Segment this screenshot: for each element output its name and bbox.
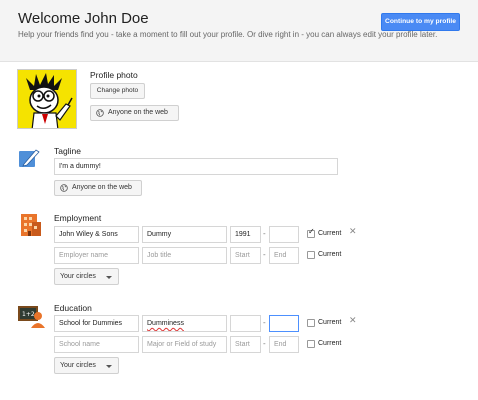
circles-label: Your circles	[60, 362, 96, 369]
current-label: Current	[318, 340, 342, 347]
svg-text:1+2: 1+2	[22, 311, 35, 318]
school-name-placeholder-input[interactable]: School name	[54, 336, 139, 353]
tagline-input[interactable]: I'm a dummy!	[54, 158, 338, 175]
continue-to-profile-button[interactable]: Continue to my profile	[381, 13, 460, 31]
employer-name-placeholder-input[interactable]: Employer name	[54, 247, 139, 264]
education-circles-dropdown[interactable]: Your circles	[54, 357, 119, 374]
office-building-icon	[19, 212, 43, 238]
employment-circles-dropdown[interactable]: Your circles	[54, 268, 119, 285]
education-label: Education	[54, 303, 92, 313]
remove-employment-icon[interactable]: ✕	[349, 227, 357, 237]
tagline-visibility-button[interactable]: Anyone on the web	[54, 180, 142, 196]
job-title-input[interactable]: Dummy	[142, 226, 227, 243]
job-title-placeholder-input[interactable]: Job title	[142, 247, 227, 264]
field-of-study-input[interactable]: Dumminess	[142, 315, 227, 332]
welcome-header: Welcome John Doe Help your friends find …	[0, 0, 478, 62]
education-current-checkbox[interactable]	[307, 340, 315, 348]
tagline-visibility-label: Anyone on the web	[72, 184, 132, 191]
education-end-placeholder-input[interactable]: End	[269, 336, 299, 353]
education-start-input[interactable]	[230, 315, 261, 332]
change-photo-button[interactable]: Change photo	[90, 83, 145, 99]
employment-end-input[interactable]	[269, 226, 299, 243]
date-separator: -	[263, 250, 266, 259]
current-label: Current	[318, 319, 342, 326]
dummies-character-avatar[interactable]	[17, 69, 77, 129]
globe-icon	[96, 109, 104, 117]
avatar-illustration	[18, 70, 76, 128]
current-label: Current	[318, 230, 342, 237]
chevron-down-icon	[106, 276, 112, 279]
employment-start-input[interactable]: 1991	[230, 226, 261, 243]
remove-education-icon[interactable]: ✕	[349, 316, 357, 326]
employer-name-input[interactable]: John Wiley & Sons	[54, 226, 139, 243]
globe-icon	[60, 184, 68, 192]
circles-label: Your circles	[60, 273, 96, 280]
date-separator: -	[263, 339, 266, 348]
school-name-input[interactable]: School for Dummies	[54, 315, 139, 332]
employment-label: Employment	[54, 213, 102, 223]
education-end-input[interactable]	[269, 315, 299, 332]
employment-end-placeholder-input[interactable]: End	[269, 247, 299, 264]
photo-visibility-button[interactable]: Anyone on the web	[90, 105, 179, 121]
page-title: Welcome John Doe	[18, 10, 149, 27]
school-blackboard-icon: 1+2	[17, 304, 45, 328]
chevron-down-icon	[106, 365, 112, 368]
employment-current-checkbox[interactable]	[307, 227, 315, 238]
pen-icon	[19, 148, 43, 168]
date-separator: -	[263, 318, 266, 327]
current-label: Current	[318, 251, 342, 258]
employment-current-checkbox[interactable]	[307, 251, 315, 259]
photo-visibility-label: Anyone on the web	[108, 109, 168, 116]
tagline-label: Tagline	[54, 146, 81, 156]
page-subtitle: Help your friends find you - take a mome…	[18, 30, 438, 39]
education-current-checkbox[interactable]	[307, 319, 315, 327]
profile-photo-label: Profile photo	[90, 70, 138, 80]
field-of-study-placeholder-input[interactable]: Major or Field of study	[142, 336, 227, 353]
education-start-placeholder-input[interactable]: Start	[230, 336, 261, 353]
field-of-study-value: Dumminess	[147, 320, 184, 327]
date-separator: -	[263, 229, 266, 238]
employment-start-placeholder-input[interactable]: Start	[230, 247, 261, 264]
